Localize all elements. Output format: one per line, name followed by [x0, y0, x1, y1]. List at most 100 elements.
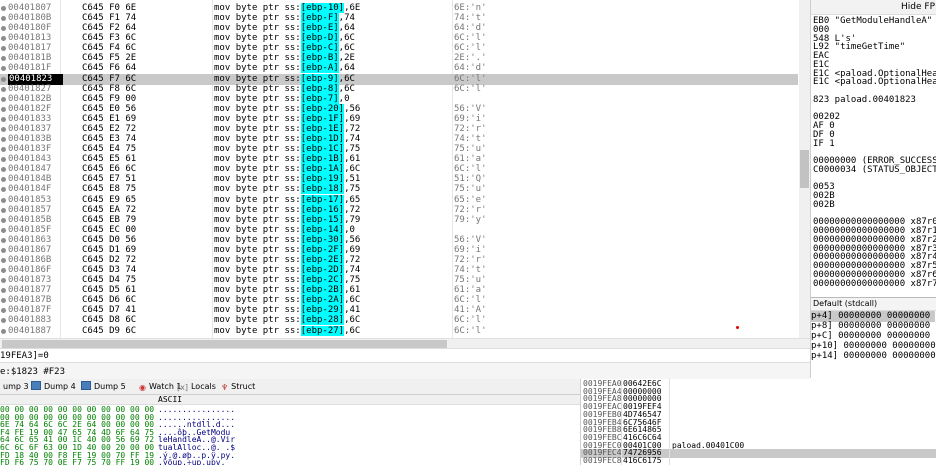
tab-locals[interactable]: [x] Locals — [174, 380, 219, 393]
segment: ss: — [284, 53, 301, 64]
immediate-operand: ,6C — [338, 73, 355, 84]
breakpoint-marker-icon[interactable] — [1, 318, 6, 324]
breakpoint-marker-icon[interactable] — [1, 328, 6, 334]
scroll-thumb[interactable] — [2, 340, 447, 348]
operand-size: byte ptr — [235, 164, 285, 175]
breakpoint-marker-icon[interactable] — [1, 237, 6, 243]
operand-size: byte ptr — [235, 33, 285, 44]
breakpoint-marker-icon[interactable] — [1, 96, 6, 102]
operand-size: byte ptr — [235, 144, 285, 155]
breakpoint-marker-icon[interactable] — [1, 147, 6, 153]
segment: ss: — [284, 315, 301, 326]
breakpoint-marker-icon[interactable] — [1, 76, 6, 82]
breakpoint-marker-icon[interactable] — [1, 187, 6, 193]
mnemonic: mov — [214, 43, 236, 54]
breakpoint-marker-icon[interactable] — [1, 247, 6, 253]
tab-struct[interactable]: ♆ Struct — [218, 380, 258, 393]
arguments-panel[interactable]: Default (stdcall) p+4] 00000000 00000000… — [810, 297, 936, 378]
disassembly-vertical-scrollbar[interactable] — [799, 0, 810, 338]
operand-size: byte ptr — [235, 224, 285, 235]
breakpoint-marker-icon[interactable] — [1, 217, 6, 223]
memory-operand: [ebp-2C] — [300, 275, 345, 286]
mnemonic: mov — [214, 285, 236, 296]
tab-label: ump 3 — [3, 382, 29, 391]
hex-dump-view[interactable]: ASCII 00 00 00 00 00 00 00 00 00 00 00..… — [0, 395, 580, 465]
breakpoint-marker-icon[interactable] — [1, 16, 6, 22]
breakpoint-marker-icon[interactable] — [1, 308, 6, 314]
memory-operand: [ebp-20] — [300, 103, 345, 114]
memory-operand: [ebp-19] — [300, 174, 345, 185]
breakpoint-marker-icon[interactable] — [1, 298, 6, 304]
mnemonic: mov — [214, 113, 236, 124]
memory-operand: [ebp-30] — [300, 234, 345, 245]
instruction-text: mov byte ptr ss:[ebp-27],6C — [214, 325, 360, 337]
mnemonic: mov — [214, 53, 236, 64]
breakpoint-marker-icon[interactable] — [1, 157, 6, 163]
breakpoint-marker-icon[interactable] — [1, 86, 6, 92]
breakpoint-marker-icon[interactable] — [1, 116, 6, 122]
segment: ss: — [284, 305, 301, 316]
operand-size: byte ptr — [235, 174, 285, 185]
breakpoint-marker-icon[interactable] — [1, 26, 6, 32]
disasm-row[interactable]: 00401887 C645 D9 6C mov byte ptr ss:[ebp-2… — [0, 325, 798, 337]
breakpoint-marker-icon[interactable] — [1, 56, 6, 62]
hide-fpu-toggle[interactable]: Hide FP — [811, 0, 936, 15]
operand-size: byte ptr — [235, 123, 285, 134]
breakpoint-marker-icon[interactable] — [1, 258, 6, 263]
stack-row[interactable]: 0019FEC8 416C6175 — [581, 456, 936, 465]
breakpoint-marker-icon[interactable] — [1, 36, 6, 42]
immediate-operand: ,74 — [338, 13, 355, 24]
immediate-operand: ,6C — [338, 33, 355, 44]
breakpoint-marker-icon[interactable] — [1, 227, 6, 233]
breakpoint-marker-icon[interactable] — [1, 268, 6, 274]
breakpoint-marker-icon[interactable] — [1, 288, 6, 294]
immediate-operand: ,75 — [344, 184, 361, 195]
segment: ss: — [284, 234, 301, 245]
segment: ss: — [284, 144, 301, 155]
column-divider — [669, 379, 670, 465]
breakpoint-marker-icon[interactable] — [1, 207, 6, 213]
operand-size: byte ptr — [235, 275, 285, 286]
operand-size: byte ptr — [235, 53, 285, 64]
tab-dump-4[interactable]: Dump 4 — [28, 380, 79, 393]
hide-fpu-label: Hide FP — [901, 2, 935, 12]
operand-size: byte ptr — [235, 295, 285, 306]
segment: ss: — [284, 255, 301, 265]
memory-operand: [ebp-1B] — [300, 154, 345, 165]
operand-size: byte ptr — [235, 154, 285, 165]
breakpoint-marker-icon[interactable] — [1, 137, 6, 143]
disassembly-view[interactable]: 00401807 C645 F0 6E mov byte ptr ss:[ebp-1… — [0, 0, 810, 338]
register-line: EB0 "GetModuleHandleA" — [813, 16, 933, 26]
breakpoint-marker-icon[interactable] — [1, 177, 6, 183]
segment: ss: — [284, 23, 301, 34]
tab-dump-5[interactable]: Dump 5 — [78, 380, 129, 393]
segment: ss: — [284, 113, 301, 124]
segment: ss: — [284, 3, 301, 13]
stack-view[interactable]: 0019FEA0 00642E6C 0019FEA4 00000000 0019FEA8… — [580, 379, 936, 465]
memory-operand: [ebp-10] — [300, 3, 345, 13]
immediate-operand: ,75 — [344, 144, 361, 155]
breakpoint-marker-icon[interactable] — [1, 126, 6, 132]
memory-operand: [ebp-18] — [300, 184, 345, 195]
breakpoint-marker-icon[interactable] — [1, 278, 6, 284]
memory-operand: [ebp-B] — [300, 53, 339, 64]
memory-operand: [ebp-1A] — [300, 164, 345, 175]
operand-size: byte ptr — [235, 23, 285, 34]
segment: ss: — [284, 83, 301, 94]
mnemonic: mov — [214, 13, 236, 24]
operand-size: byte ptr — [235, 204, 285, 215]
argument-row[interactable]: p+14] 00000000 00000000 — [811, 351, 936, 362]
scroll-thumb[interactable] — [800, 150, 809, 188]
breakpoint-marker-icon[interactable] — [1, 46, 6, 52]
tab-label: Dump 4 — [44, 382, 76, 391]
mnemonic: mov — [214, 265, 236, 276]
breakpoint-marker-icon[interactable] — [1, 167, 6, 173]
segment: ss: — [284, 275, 301, 286]
breakpoint-marker-icon[interactable] — [1, 106, 6, 112]
breakpoint-marker-icon[interactable] — [1, 197, 6, 203]
breakpoint-marker-icon[interactable] — [1, 66, 6, 72]
registers-panel[interactable]: Hide FP EB0 "GetModuleHandleA" 000 548 L's… — [810, 0, 936, 297]
calling-convention-selector[interactable]: Default (stdcall) — [811, 298, 936, 311]
breakpoint-marker-icon[interactable] — [1, 6, 6, 11]
tab-ump-3[interactable]: ump 3 — [0, 380, 32, 393]
